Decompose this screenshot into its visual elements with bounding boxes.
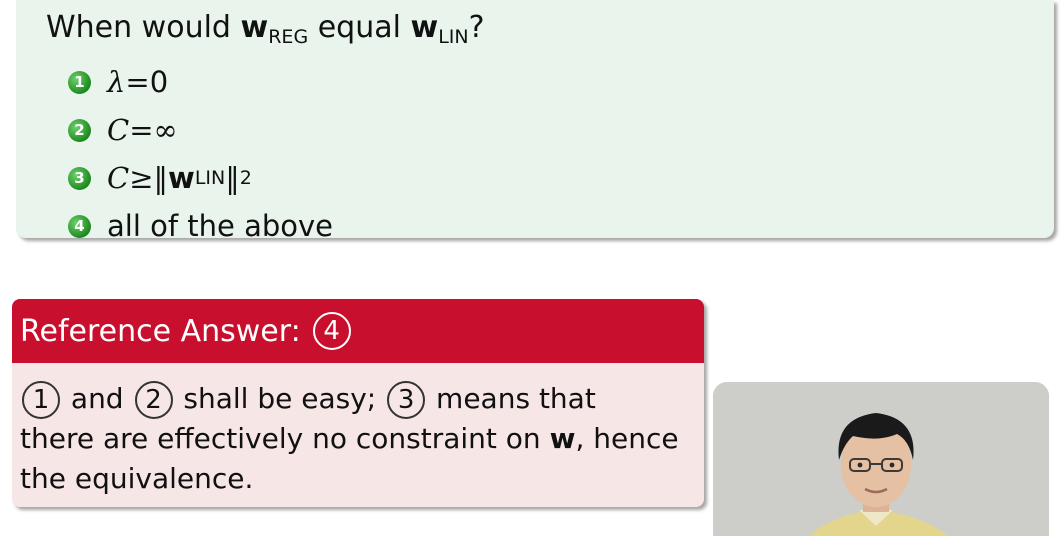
question-title: When would wREG equal wLIN? bbox=[46, 10, 485, 48]
option-4-text: all of the above bbox=[107, 209, 334, 243]
equivalence-text: the equivalence. bbox=[20, 462, 254, 495]
option-4[interactable]: 4 all of the above bbox=[68, 202, 333, 250]
equals-sign: = bbox=[125, 65, 150, 99]
constraint-text: there are effectively no constraint on bbox=[20, 422, 541, 455]
w-lin-symbol: w bbox=[168, 161, 195, 195]
answer-line-3: the equivalence. bbox=[20, 459, 704, 499]
w-reg-symbol: w bbox=[240, 10, 269, 45]
zero-value: 0 bbox=[149, 65, 169, 99]
c-symbol: C bbox=[107, 161, 130, 195]
equals-sign: = bbox=[129, 113, 154, 147]
w-symbol: w bbox=[549, 422, 576, 455]
circled-2-icon: 2 bbox=[134, 381, 173, 419]
question-middle: equal bbox=[317, 10, 401, 45]
hence-text: , hence bbox=[575, 422, 679, 455]
w-lin-symbol: w bbox=[410, 10, 439, 45]
option-3-number-icon: 3 bbox=[68, 166, 91, 190]
option-1-number-icon: 1 bbox=[68, 70, 91, 94]
option-2[interactable]: 2 C = ∞ bbox=[68, 106, 333, 154]
answer-line-2: there are effectively no constraint on w… bbox=[20, 419, 704, 459]
answer-explanation: 1 and 2 shall be easy; 3 means that ther… bbox=[12, 363, 704, 499]
infinity-symbol: ∞ bbox=[153, 113, 178, 147]
easy-text: shall be easy; bbox=[183, 382, 377, 415]
answer-header: Reference Answer: 4 bbox=[12, 299, 704, 363]
geq-sign: ≥ bbox=[129, 161, 154, 195]
question-mark: ? bbox=[468, 10, 485, 45]
circled-3-icon: 3 bbox=[387, 381, 426, 419]
and-text: and bbox=[70, 382, 124, 415]
means-text: means that bbox=[436, 382, 596, 415]
w-lin-subscript: LIN bbox=[438, 26, 469, 48]
exponent: 2 bbox=[239, 167, 252, 189]
question-box: When would wREG equal wLIN? 1 λ = 0 2 C … bbox=[16, 0, 1054, 243]
option-1[interactable]: 1 λ = 0 bbox=[68, 58, 333, 106]
answer-number-icon: 4 bbox=[312, 312, 351, 350]
option-2-number-icon: 2 bbox=[68, 118, 91, 142]
presenter-video bbox=[713, 382, 1049, 536]
question-prefix: When would bbox=[46, 10, 231, 45]
circled-1-icon: 1 bbox=[22, 381, 60, 419]
w-lin-subscript: LIN bbox=[194, 167, 226, 189]
option-list: 1 λ = 0 2 C = ∞ 3 C ≥ ‖ w LIN ‖ 2 4 all of t… bbox=[68, 58, 333, 250]
norm-close: ‖ bbox=[225, 161, 240, 195]
norm-open: ‖ bbox=[153, 161, 169, 195]
answer-box: Reference Answer: 4 1 and 2 shall be eas… bbox=[12, 299, 704, 507]
option-4-number-icon: 4 bbox=[68, 214, 91, 238]
c-symbol: C bbox=[107, 113, 130, 147]
answer-line-1: 1 and 2 shall be easy; 3 means that bbox=[20, 379, 704, 419]
lambda-symbol: λ bbox=[107, 65, 126, 99]
answer-header-label: Reference Answer: bbox=[20, 313, 301, 349]
option-3[interactable]: 3 C ≥ ‖ w LIN ‖ 2 bbox=[68, 154, 333, 202]
w-reg-subscript: REG bbox=[268, 26, 309, 48]
presenter-image bbox=[713, 382, 1049, 536]
